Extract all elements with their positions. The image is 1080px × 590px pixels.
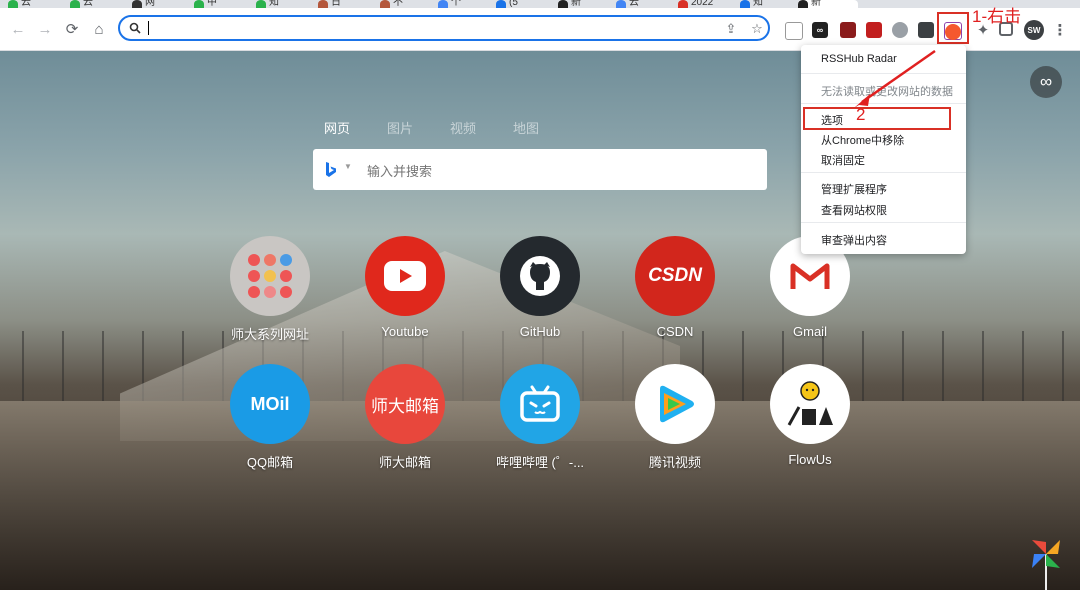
global-extension-icon[interactable] bbox=[892, 22, 908, 38]
shortcut-label: FlowUs bbox=[788, 452, 832, 467]
infinity-menu-button[interactable]: ∞ bbox=[1030, 66, 1062, 98]
browser-tab[interactable]: 2022 bbox=[678, 0, 736, 8]
flowus-icon bbox=[787, 381, 833, 426]
shortcut-label: CSDN bbox=[656, 324, 694, 339]
share-button[interactable]: ⇪ bbox=[722, 20, 740, 38]
back-button[interactable]: ← bbox=[9, 20, 27, 38]
chrome-menu-button[interactable]: ⋮ bbox=[1052, 22, 1068, 39]
shortcut-tile[interactable]: GitHub bbox=[480, 236, 600, 346]
tencent-video-icon bbox=[660, 385, 694, 423]
shortcut-label: QQ邮箱 bbox=[246, 455, 294, 470]
share-icon: ⇪ bbox=[725, 21, 737, 36]
shortcut-icon: CSDN bbox=[635, 236, 715, 316]
shortcut-label: 哔哩哔哩 (゜-... bbox=[495, 455, 585, 470]
shortcut-label: Youtube bbox=[381, 324, 429, 339]
browser-tab[interactable]: 知 bbox=[740, 0, 794, 8]
search-tab-videos[interactable]: 视频 bbox=[450, 118, 476, 137]
menu-item-unpin[interactable]: 取消固定 bbox=[821, 152, 865, 168]
menu-separator bbox=[801, 222, 966, 223]
browser-tab[interactable]: (5 bbox=[496, 0, 554, 8]
shortcut-tile[interactable]: 腾讯视频 bbox=[615, 364, 735, 474]
shortcut-tile[interactable]: Youtube bbox=[345, 236, 465, 346]
star-icon: ☆ bbox=[751, 21, 763, 36]
github-icon bbox=[520, 256, 560, 296]
infinity-icon: ∞ bbox=[1039, 72, 1053, 91]
search-box[interactable]: ▼ bbox=[313, 149, 767, 190]
adblock-extension-icon[interactable] bbox=[866, 22, 882, 38]
home-button[interactable]: ⌂ bbox=[90, 20, 108, 38]
youtube-icon bbox=[384, 261, 426, 291]
forward-button[interactable]: → bbox=[36, 20, 54, 38]
shortcut-tile[interactable]: 师大邮箱 师大邮箱 bbox=[345, 364, 465, 474]
browser-tab[interactable]: 个 bbox=[438, 0, 492, 8]
more-vertical-icon: ⋮ bbox=[1052, 22, 1068, 39]
search-input[interactable] bbox=[365, 160, 749, 182]
infinity-extension-icon[interactable]: ∞ bbox=[812, 22, 828, 38]
shortcut-tile[interactable]: FlowUs bbox=[750, 364, 870, 474]
search-tab-images[interactable]: 图片 bbox=[387, 118, 413, 137]
qqmail-logo: MOil bbox=[250, 393, 290, 414]
shortcut-label: 师大系列网址 bbox=[230, 327, 309, 342]
menu-item-remove[interactable]: 从Chrome中移除 bbox=[821, 132, 904, 148]
shortcut-tile[interactable]: MOil QQ邮箱 bbox=[210, 364, 330, 474]
address-bar[interactable]: ⇪ ☆ bbox=[118, 15, 770, 41]
csdn-logo: CSDN bbox=[648, 265, 702, 286]
menu-item-site-permissions[interactable]: 查看网站权限 bbox=[821, 202, 887, 218]
shortcut-icon: 师大邮箱 bbox=[365, 364, 445, 444]
shortcut-icon bbox=[230, 236, 310, 316]
tab-strip: 云 云 网 中 知 日 不 个 (5 新 云 2022 知 新 bbox=[0, 0, 1080, 8]
shortcut-tile[interactable]: 哔哩哔哩 (゜-... bbox=[480, 364, 600, 474]
back-arrow-icon: ← bbox=[10, 20, 26, 38]
browser-tab[interactable]: 新 bbox=[558, 0, 612, 8]
shortcut-tile[interactable]: 师大系列网址 bbox=[210, 236, 330, 346]
shortcut-tile[interactable]: CSDN CSDN bbox=[615, 236, 735, 346]
shortcut-icon bbox=[500, 236, 580, 316]
bnu-mail-logo: 师大邮箱 bbox=[371, 396, 439, 416]
shortcut-icon: MOil bbox=[230, 364, 310, 444]
search-tab-maps[interactable]: 地图 bbox=[513, 118, 539, 137]
profile-avatar[interactable]: SW bbox=[1024, 20, 1044, 40]
search-icon bbox=[129, 22, 141, 34]
rsshub-radar-extension-icon[interactable] bbox=[945, 24, 961, 40]
step1-annotation: 1-右击 bbox=[972, 7, 1022, 26]
bing-logo-icon[interactable] bbox=[323, 161, 339, 179]
address-input[interactable] bbox=[150, 19, 714, 39]
dark-extension-icon[interactable] bbox=[918, 22, 934, 38]
browser-tab[interactable]: 网 bbox=[132, 0, 190, 8]
browser-tab[interactable]: 云 bbox=[70, 0, 128, 8]
text-cursor bbox=[148, 21, 149, 35]
browser-tab[interactable]: 知 bbox=[256, 0, 314, 8]
shortcut-label: 师大邮箱 bbox=[378, 455, 431, 470]
browser-tab[interactable]: 日 bbox=[318, 0, 376, 8]
tab-groups-extension-icon[interactable] bbox=[785, 22, 803, 40]
browser-tab[interactable]: 中 bbox=[194, 0, 252, 8]
home-icon: ⌂ bbox=[94, 20, 104, 38]
reload-icon: ⟳ bbox=[65, 21, 79, 38]
shortcut-icon bbox=[365, 236, 445, 316]
shortcut-label: Gmail bbox=[793, 324, 827, 339]
browser-tab[interactable]: 云 bbox=[8, 0, 66, 8]
annotation-arrow bbox=[854, 49, 936, 108]
menu-item-inspect-popup[interactable]: 审查弹出内容 bbox=[821, 232, 887, 248]
shortcut-icon bbox=[770, 364, 850, 444]
menu-separator bbox=[801, 172, 966, 173]
folder-grid-icon bbox=[248, 254, 292, 298]
engine-dropdown-icon[interactable]: ▼ bbox=[344, 162, 352, 171]
bilibili-icon bbox=[520, 385, 560, 422]
search-tab-web[interactable]: 网页 bbox=[324, 118, 350, 137]
bookmark-star-button[interactable]: ☆ bbox=[748, 20, 766, 38]
reload-button[interactable]: ⟳ bbox=[63, 20, 81, 38]
shortcut-label: 腾讯视频 bbox=[648, 455, 701, 470]
pinwheel-icon[interactable] bbox=[1028, 536, 1064, 590]
browser-tab[interactable]: 云 bbox=[616, 0, 674, 8]
shortcut-icon bbox=[500, 364, 580, 444]
shortcut-label: GitHub bbox=[519, 324, 561, 339]
menu-item-manage[interactable]: 管理扩展程序 bbox=[821, 181, 887, 197]
ublock-extension-icon[interactable] bbox=[840, 22, 856, 38]
shortcut-icon bbox=[635, 364, 715, 444]
forward-arrow-icon: → bbox=[37, 20, 53, 38]
browser-tab[interactable]: 不 bbox=[380, 0, 434, 8]
browser-tab-active[interactable]: 新 bbox=[798, 0, 858, 8]
gmail-icon bbox=[790, 263, 830, 289]
